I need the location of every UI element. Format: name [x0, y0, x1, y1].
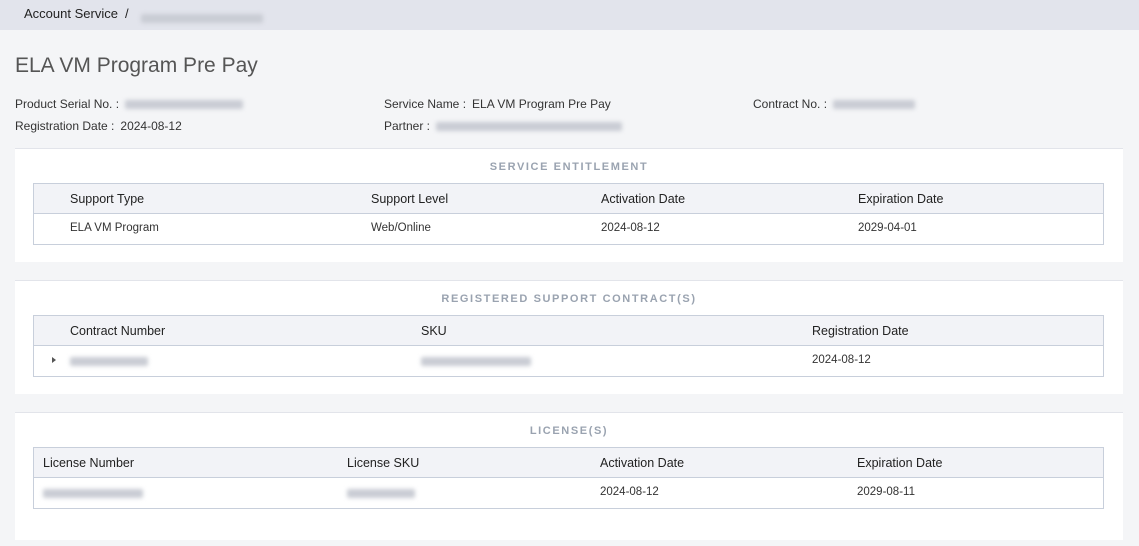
- cell: ELA VM Program: [70, 222, 159, 234]
- cell-sku-redacted: [421, 356, 531, 368]
- registration-date: Registration Date : 2024-08-12: [15, 119, 182, 133]
- col-license-number[interactable]: License Number: [43, 456, 134, 470]
- page-title: ELA VM Program Pre Pay: [15, 54, 258, 77]
- cell: 2029-04-01: [858, 222, 917, 234]
- col-support-type[interactable]: Support Type: [70, 192, 144, 206]
- cell-license-number-redacted: [43, 488, 143, 500]
- cell: Web/Online: [371, 222, 431, 234]
- breadcrumb: Account Service /: [0, 0, 1139, 30]
- col-expiration-date[interactable]: Expiration Date: [857, 456, 942, 470]
- contract-no: Contract No. :: [753, 97, 916, 111]
- table-row: ELA VM Program Web/Online 2024-08-12 202…: [34, 214, 1103, 244]
- section-title: LICENSE(S): [529, 425, 609, 437]
- cell: 2024-08-12: [601, 222, 660, 234]
- cell: 2024-08-12: [600, 486, 659, 498]
- label: Service Name :: [384, 97, 467, 111]
- label: Registration Date :: [15, 119, 115, 133]
- cell-contract-redacted: [70, 356, 148, 368]
- value: 2024-08-12: [120, 119, 182, 133]
- service-name: Service Name : ELA VM Program Pre Pay: [384, 97, 611, 111]
- table-header: Support Type Support Level Activation Da…: [34, 184, 1103, 214]
- cell-license-sku-redacted: [347, 488, 415, 500]
- col-contract-number[interactable]: Contract Number: [70, 324, 165, 338]
- col-support-level[interactable]: Support Level: [371, 192, 448, 206]
- col-registration-date[interactable]: Registration Date: [812, 324, 909, 338]
- col-activation-date[interactable]: Activation Date: [600, 456, 684, 470]
- expand-row-caret-icon[interactable]: [52, 357, 56, 363]
- col-expiration-date[interactable]: Expiration Date: [858, 192, 943, 206]
- col-license-sku[interactable]: License SKU: [347, 456, 419, 470]
- value: ELA VM Program Pre Pay: [472, 97, 611, 111]
- breadcrumb-account-service[interactable]: Account Service: [24, 6, 118, 21]
- label: Contract No. :: [753, 97, 828, 111]
- entitlement-table: Support Type Support Level Activation Da…: [33, 183, 1104, 245]
- cell: 2029-08-11: [857, 486, 915, 498]
- licenses-card: LICENSE(S) License Number License SKU Ac…: [15, 412, 1123, 540]
- col-activation-date[interactable]: Activation Date: [601, 192, 685, 206]
- contracts-table: Contract Number SKU Registration Date 20…: [33, 315, 1104, 377]
- service-entitlement-card: SERVICE ENTITLEMENT Support Type Support…: [15, 148, 1123, 262]
- support-contracts-card: REGISTERED SUPPORT CONTRACT(S) Contract …: [15, 280, 1123, 394]
- breadcrumb-separator: /: [125, 6, 129, 21]
- table-header: License Number License SKU Activation Da…: [34, 448, 1103, 478]
- label: Product Serial No. :: [15, 97, 120, 111]
- table-header: Contract Number SKU Registration Date: [34, 316, 1103, 346]
- product-serial: Product Serial No. :: [15, 97, 244, 111]
- label: Partner :: [384, 119, 431, 133]
- section-title: REGISTERED SUPPORT CONTRACT(S): [441, 293, 697, 305]
- partner: Partner :: [384, 119, 623, 133]
- table-row: 2024-08-12 2029-08-11: [34, 478, 1103, 508]
- cell: 2024-08-12: [812, 354, 871, 366]
- section-title: SERVICE ENTITLEMENT: [489, 161, 649, 173]
- breadcrumb-current-redacted: [141, 10, 263, 25]
- licenses-table: License Number License SKU Activation Da…: [33, 447, 1104, 509]
- col-sku[interactable]: SKU: [421, 324, 447, 338]
- table-row: 2024-08-12: [34, 346, 1103, 376]
